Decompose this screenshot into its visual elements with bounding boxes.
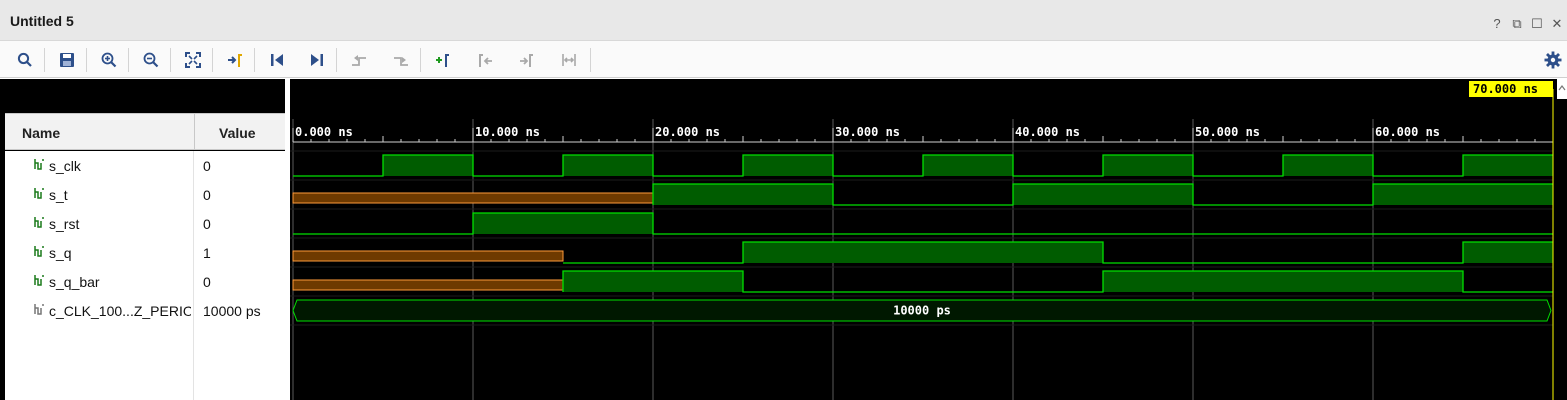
signal-row-s_q_bar[interactable]: s_q_bar 0: [5, 267, 285, 296]
signal-name-panel: Name Value s_clk 0 s_t 0 s_rst 0 s_q 1 s…: [0, 79, 285, 400]
go-to-cursor-icon: [228, 54, 242, 67]
tick-label: 20.000 ns: [655, 125, 720, 139]
high-fill: [743, 155, 833, 176]
high-fill: [1463, 155, 1553, 176]
zoom-fit-icon: [185, 52, 201, 68]
add-marker-icon: [436, 54, 449, 67]
next-marker-button[interactable]: [514, 47, 540, 73]
go-to-last-time-icon: [311, 54, 323, 66]
scroll-right-arrow[interactable]: [1557, 79, 1567, 99]
high-fill: [1373, 184, 1553, 205]
signal-name: s_q_bar: [49, 274, 100, 290]
swap-cursors-button[interactable]: [556, 47, 582, 73]
tick-label: 0.000 ns: [295, 125, 353, 139]
add-marker-button[interactable]: [430, 47, 456, 73]
go-to-cursor-button[interactable]: [222, 47, 248, 73]
waveform-area[interactable]: 0.000 ns 10.000 ns 20.000 ns 30.000 ns 40.00…: [290, 79, 1567, 400]
constant-icon: [34, 304, 44, 315]
high-fill: [1013, 184, 1193, 205]
go-to-time-zero-button[interactable]: [264, 47, 290, 73]
column-header: Name Value: [5, 113, 285, 150]
tick-label: 30.000 ns: [835, 125, 900, 139]
zoom-in-button[interactable]: [96, 47, 122, 73]
signal-value: 10000 ps: [203, 303, 261, 319]
signal-row-s_rst[interactable]: s_rst 0: [5, 209, 285, 238]
tick-label: 50.000 ns: [1195, 125, 1260, 139]
signal-row-s_t[interactable]: s_t 0: [5, 180, 285, 209]
value-column-header[interactable]: Value: [219, 125, 256, 141]
high-fill: [1283, 155, 1373, 176]
high-fill: [743, 242, 1103, 263]
next-marker-icon: [520, 54, 533, 67]
tick-label: 40.000 ns: [1015, 125, 1080, 139]
restore-icon[interactable]: ⧉: [1509, 16, 1525, 32]
signal-name: s_clk: [49, 158, 81, 174]
save-button[interactable]: [54, 47, 80, 73]
next-transition-button[interactable]: [388, 47, 414, 73]
signal-icon: [34, 275, 44, 286]
tick-label: 60.000 ns: [1375, 125, 1440, 139]
zoom-out-icon: [143, 52, 159, 68]
previous-marker-icon: [479, 54, 492, 67]
zoom-out-button[interactable]: [138, 47, 164, 73]
tick-label: 10.000 ns: [475, 125, 540, 139]
high-fill: [1103, 155, 1193, 176]
signal-icon: [34, 188, 44, 199]
go-to-last-time-button[interactable]: [304, 47, 330, 73]
high-fill: [1103, 271, 1463, 292]
waveform-c_CLK_100...Z_PERIOD: 10000 ps: [292, 299, 1552, 322]
signal-row-s_clk[interactable]: s_clk 0: [5, 151, 285, 180]
close-icon[interactable]: ✕: [1549, 16, 1565, 32]
window-title: Untitled 5: [10, 13, 74, 29]
save-icon: [60, 53, 74, 67]
window-controls: ? ⧉ ☐ ✕: [1489, 16, 1565, 32]
signal-name: c_CLK_100...Z_PERIOD: [49, 303, 191, 319]
signal-name: s_rst: [49, 216, 80, 232]
go-to-time-zero-icon: [271, 54, 283, 66]
help-icon[interactable]: ?: [1489, 16, 1505, 32]
signal-value: 1: [203, 245, 211, 261]
signal-icon: [34, 246, 44, 257]
search-icon: [17, 52, 32, 67]
signal-name: s_q: [49, 245, 72, 261]
signal-name: s_t: [49, 187, 68, 203]
signal-value: 0: [203, 158, 211, 174]
gear-icon[interactable]: [1543, 50, 1563, 70]
signal-list: s_clk 0 s_t 0 s_rst 0 s_q 1 s_q_bar 0 c_…: [5, 151, 285, 400]
previous-transition-button[interactable]: [346, 47, 372, 73]
signal-icon: [34, 159, 44, 170]
high-fill: [473, 213, 653, 234]
cursor-time-label: 70.000 ns: [1473, 82, 1538, 96]
swap-cursors-icon: [562, 54, 576, 66]
signal-row-c_clk_period[interactable]: c_CLK_100...Z_PERIOD 10000 ps: [5, 296, 285, 325]
signal-value: 0: [203, 216, 211, 232]
high-fill: [563, 155, 653, 176]
signal-value: 0: [203, 187, 211, 203]
bus-value-label: 10000 ps: [893, 304, 951, 318]
previous-marker-button[interactable]: [472, 47, 498, 73]
unknown-segment: [292, 250, 564, 262]
signal-row-s_q[interactable]: s_q 1: [5, 238, 285, 267]
signal-icon: [34, 217, 44, 228]
unknown-segment: [292, 192, 654, 204]
search-button[interactable]: [12, 47, 38, 73]
signal-value: 0: [203, 274, 211, 290]
unknown-segment: [292, 279, 564, 291]
high-fill: [563, 271, 743, 292]
high-fill: [383, 155, 473, 176]
zoom-in-icon: [101, 52, 117, 68]
maximize-icon[interactable]: ☐: [1529, 16, 1545, 32]
high-fill: [653, 184, 833, 205]
previous-transition-icon: [352, 55, 366, 66]
high-fill: [923, 155, 1013, 176]
title-bar: Untitled 5 ? ⧉ ☐ ✕: [0, 0, 1567, 40]
zoom-fit-button[interactable]: [180, 47, 206, 73]
next-transition-icon: [394, 57, 408, 66]
name-column-header[interactable]: Name: [22, 125, 60, 141]
toolbar: [0, 40, 1567, 78]
high-fill: [1463, 242, 1553, 263]
